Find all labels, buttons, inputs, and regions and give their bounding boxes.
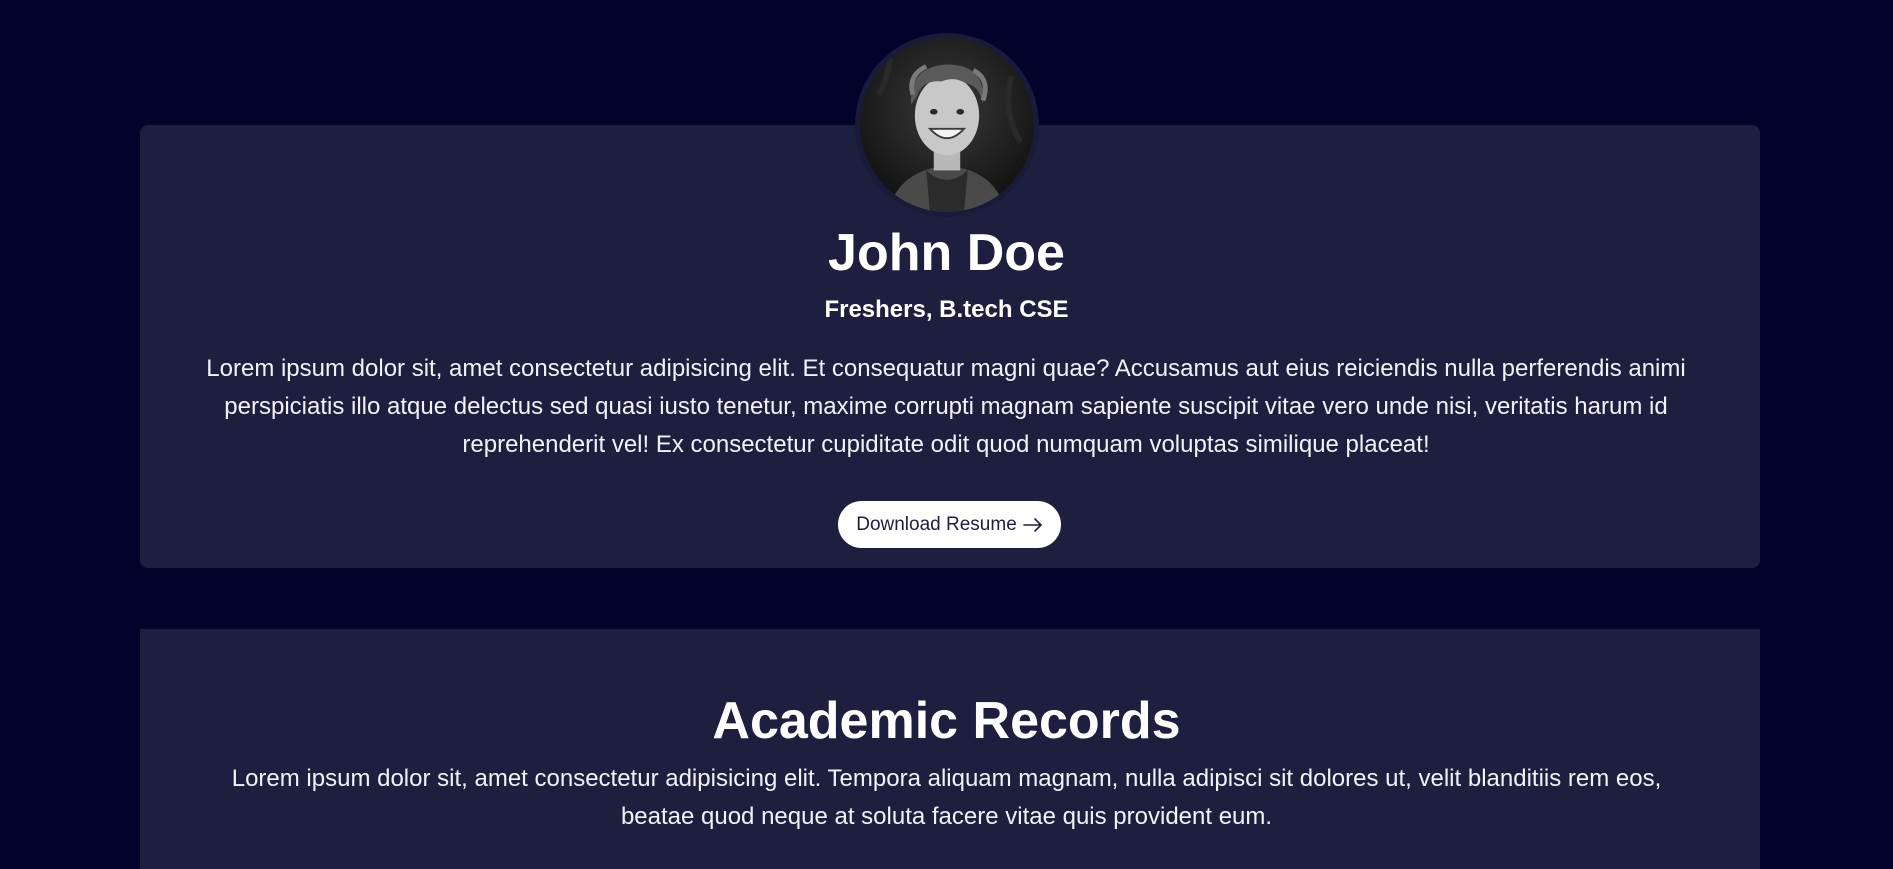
academic-records-description: Lorem ipsum dolor sit, amet consectetur … bbox=[231, 765, 1662, 830]
profile-role: Freshers, B.tech CSE bbox=[824, 296, 1069, 323]
avatar-photo bbox=[860, 38, 1034, 212]
download-resume-label: Download Resume bbox=[856, 513, 1017, 535]
avatar bbox=[855, 33, 1039, 217]
arrow-right-icon bbox=[1022, 517, 1042, 532]
download-resume-button[interactable]: Download Resume bbox=[838, 501, 1061, 548]
academic-records-title: Academic Records bbox=[712, 692, 1181, 750]
profile-bio: Lorem ipsum dolor sit, amet consectetur … bbox=[206, 355, 1686, 458]
profile-name: John Doe bbox=[828, 224, 1065, 282]
